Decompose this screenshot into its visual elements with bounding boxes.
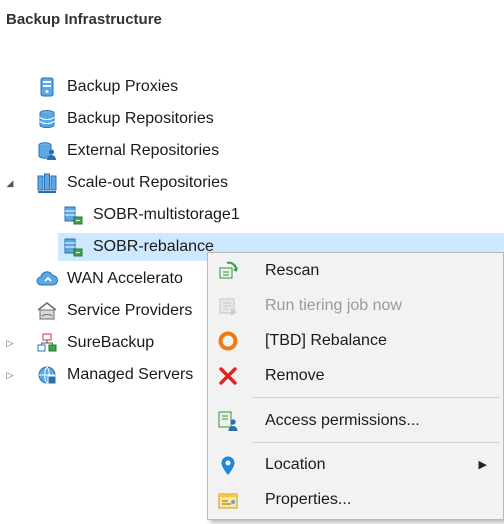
- tiering-job-icon: [217, 295, 239, 317]
- external-repository-icon: [36, 140, 58, 162]
- context-menu: Rescan Run tiering job now [TBD] Rebalan…: [207, 252, 504, 520]
- menu-item-label: Properties...: [265, 491, 352, 508]
- tree-item-backup-repositories[interactable]: Backup Repositories: [0, 105, 504, 133]
- tree-item-label: Scale-out Repositories: [67, 174, 228, 191]
- menu-item-location[interactable]: Location ▶: [208, 450, 503, 480]
- tree-item-external-repositories[interactable]: External Repositories: [0, 137, 504, 165]
- submenu-arrow-icon: ▶: [478, 459, 487, 471]
- expand-arrow-icon[interactable]: ▷: [5, 338, 15, 348]
- menu-separator: [252, 442, 500, 443]
- menu-separator: [252, 397, 500, 398]
- wan-accelerator-icon: [36, 268, 58, 290]
- tree-item-label: Backup Repositories: [67, 110, 214, 127]
- tree-item-sobr-multistorage1[interactable]: SOBR-multistorage1: [0, 201, 504, 229]
- tree-item-backup-proxies[interactable]: Backup Proxies: [0, 73, 504, 101]
- expand-arrow-icon[interactable]: ▷: [5, 370, 15, 380]
- access-permissions-icon: [217, 410, 239, 432]
- tree-item-label: Service Providers: [67, 302, 193, 319]
- menu-item-label: Access permissions...: [265, 412, 420, 429]
- menu-item-remove[interactable]: Remove: [208, 361, 503, 391]
- backup-proxy-icon: [36, 76, 58, 98]
- tree-item-label: WAN Accelerato: [67, 270, 183, 287]
- properties-icon: [217, 489, 239, 511]
- remove-icon: [217, 365, 239, 387]
- tree-item-label: Managed Servers: [67, 366, 194, 383]
- menu-item-label: Rescan: [265, 262, 320, 279]
- pane-title: Backup Infrastructure: [6, 11, 162, 28]
- menu-item-label: Remove: [265, 367, 325, 384]
- tree-item-label: SOBR-multistorage1: [93, 206, 240, 223]
- rebalance-icon: [217, 330, 239, 352]
- surebackup-icon: [36, 332, 58, 354]
- tree-item-label: External Repositories: [67, 142, 220, 159]
- sobr-icon: [62, 204, 84, 226]
- tree-item-label: Backup Proxies: [67, 78, 179, 95]
- menu-item-label: [TBD] Rebalance: [265, 332, 387, 349]
- repository-icon: [36, 108, 58, 130]
- menu-item-rebalance[interactable]: [TBD] Rebalance: [208, 326, 503, 356]
- menu-item-run-tiering-job[interactable]: Run tiering job now: [208, 291, 503, 321]
- tree-item-label: SureBackup: [67, 334, 155, 351]
- service-provider-icon: [36, 300, 58, 322]
- rescan-icon: [217, 260, 239, 282]
- managed-servers-icon: [36, 364, 58, 386]
- menu-item-access-permissions[interactable]: Access permissions...: [208, 406, 503, 436]
- tree-item-label: SOBR-rebalance: [93, 238, 214, 255]
- menu-item-label: Location: [265, 456, 326, 473]
- menu-item-rescan[interactable]: Rescan: [208, 256, 503, 286]
- menu-item-label: Run tiering job now: [265, 297, 402, 314]
- collapse-arrow-icon[interactable]: ◢: [5, 178, 15, 188]
- location-pin-icon: [217, 454, 239, 476]
- tree-item-scaleout-repositories[interactable]: ◢ Scale-out Repositories: [0, 169, 504, 197]
- menu-item-properties[interactable]: Properties...: [208, 485, 503, 515]
- sobr-icon: [62, 236, 84, 258]
- scaleout-repository-icon: [36, 172, 58, 194]
